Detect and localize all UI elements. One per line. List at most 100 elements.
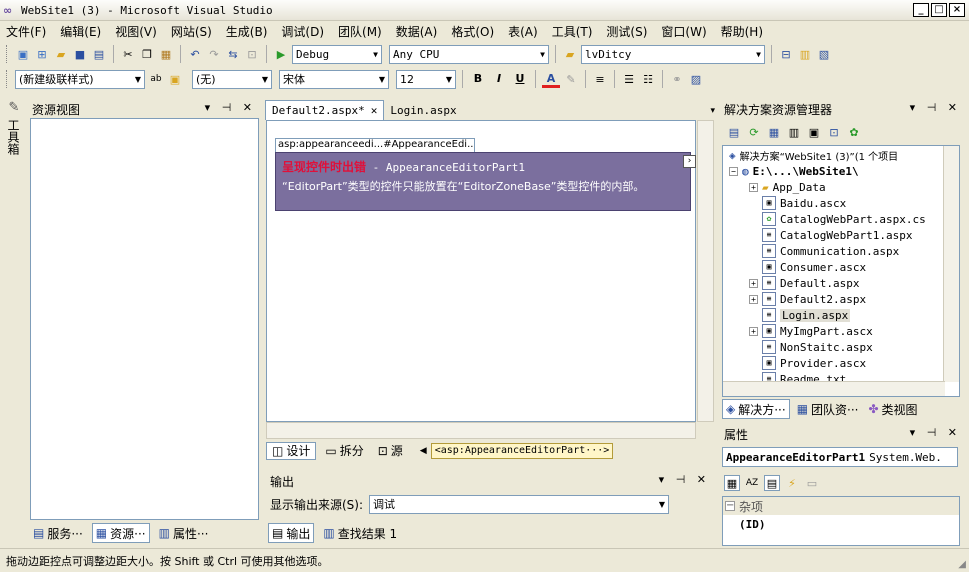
tree-item-provider-ascx[interactable]: ▣ Provider.ascx	[762, 355, 866, 371]
minimize-button[interactable]: _	[913, 3, 929, 17]
properties-object-select[interactable]: AppearanceEditorPart1 System.Web.	[722, 447, 958, 467]
tree-item-nonstaitc-aspx[interactable]: ≡ NonStaitc.aspx	[762, 339, 873, 355]
tree-item-login-aspx[interactable]: ≡ Login.aspx	[762, 307, 851, 323]
menu-view[interactable]: 视图(V)	[115, 23, 157, 40]
add-item-icon[interactable]: ⊞	[34, 46, 50, 62]
toolbar-grip[interactable]	[6, 45, 9, 63]
toolbox-strip[interactable]: ✎ 工具箱	[3, 100, 25, 520]
panel-controls[interactable]: ▾ ⊣ ✕	[205, 101, 256, 114]
tree-item-consumer-ascx[interactable]: ▣ Consumer.ascx	[762, 259, 866, 275]
tree-item-baidu-ascx[interactable]: ▣ Baidu.ascx	[762, 195, 846, 211]
resize-grip-icon[interactable]: ◢	[958, 559, 966, 570]
properties-view-icon[interactable]: ▤	[764, 475, 780, 491]
tree-item-default-aspx[interactable]: + ≡ Default.aspx	[749, 275, 859, 291]
properties-icon[interactable]: ▤	[726, 124, 742, 140]
properties-window-icon[interactable]: ▥	[797, 46, 813, 62]
tab-team-explorer[interactable]: ▦ 团队资···	[794, 399, 862, 419]
expand-icon[interactable]: +	[749, 182, 758, 192]
property-pages-icon[interactable]: ▭	[804, 475, 820, 491]
tab-overflow-icon[interactable]: ▾	[710, 106, 715, 120]
redo-icon[interactable]: ↷	[206, 46, 222, 62]
menu-data[interactable]: 数据(A)	[396, 23, 438, 40]
tree-item-communication-aspx[interactable]: ≡ Communication.aspx	[762, 243, 899, 259]
underline-button[interactable]: U	[511, 70, 529, 88]
toolbox-icon[interactable]: ▧	[816, 46, 832, 62]
highlight-icon[interactable]: ✎	[563, 71, 579, 87]
menu-test[interactable]: 测试(S)	[606, 23, 647, 40]
save-all-icon[interactable]: ▤	[91, 46, 107, 62]
tab-login-aspx[interactable]: Login.aspx	[384, 100, 462, 120]
solution-explorer-icon[interactable]: ⊟	[778, 46, 794, 62]
menu-website[interactable]: 网站(S)	[171, 23, 212, 40]
bookmark-icon[interactable]: ⊡	[244, 46, 260, 62]
tree-vertical-scrollbar[interactable]	[943, 146, 959, 382]
alphabetical-icon[interactable]: AZ	[744, 475, 760, 491]
style-application-icon[interactable]: ab	[148, 71, 164, 87]
menu-window[interactable]: 窗口(W)	[661, 23, 706, 40]
expand-icon[interactable]: +	[749, 278, 758, 288]
tab-class-view[interactable]: ✤ 类视图	[865, 399, 920, 419]
solution-node[interactable]: ◈ 解决方案“WebSite1 (3)”(1 个项目	[729, 147, 898, 163]
menu-edit[interactable]: 编辑(E)	[60, 23, 101, 40]
view-design-button[interactable]: ◫ 设计	[266, 441, 317, 460]
toolbar-grip[interactable]	[6, 70, 9, 88]
find-combo[interactable]: lvDitcy ▼	[581, 44, 765, 64]
font-size-select[interactable]: 12 ▼	[396, 69, 456, 89]
font-color-button[interactable]: A	[542, 70, 560, 88]
events-icon[interactable]: ⚡	[784, 475, 800, 491]
align-icon[interactable]: ≡	[592, 71, 608, 87]
platform-select[interactable]: Any CPU ▼	[389, 44, 549, 64]
menu-file[interactable]: 文件(F)	[6, 23, 46, 40]
designer-horizontal-scrollbar[interactable]	[266, 422, 696, 439]
menu-build[interactable]: 生成(B)	[226, 23, 268, 40]
find-in-files-icon[interactable]: ▰	[562, 46, 578, 62]
collapse-icon[interactable]: −	[729, 166, 738, 176]
expand-icon[interactable]: +	[749, 326, 758, 336]
nest-files-icon[interactable]: ▦	[766, 124, 782, 140]
tree-item-app-data[interactable]: + ▰ App_Data	[749, 179, 826, 195]
tree-horizontal-scrollbar[interactable]	[723, 381, 945, 396]
tab-find-results[interactable]: ▥ 查找结果 1	[320, 523, 400, 543]
cut-icon[interactable]: ✂	[120, 46, 136, 62]
refresh-icon[interactable]: ⟳	[746, 124, 762, 140]
asp-config-icon[interactable]: ✿	[846, 124, 862, 140]
configuration-select[interactable]: Debug ▼	[292, 44, 382, 64]
categorized-icon[interactable]: ▦	[724, 475, 740, 491]
designer-vertical-scrollbar[interactable]	[697, 120, 714, 422]
tab-default2-aspx[interactable]: Default2.aspx* ✕	[265, 100, 385, 120]
panel-controls[interactable]: ▾ ⊣ ✕	[659, 473, 710, 486]
numbered-list-icon[interactable]: ☰	[621, 71, 637, 87]
bullet-list-icon[interactable]: ☷	[640, 71, 656, 87]
expand-icon[interactable]: +	[749, 294, 758, 304]
menu-help[interactable]: 帮助(H)	[721, 23, 763, 40]
project-node[interactable]: − ◍ E:\...\WebSite1\	[729, 163, 859, 179]
copy-website-icon[interactable]: ⊡	[826, 124, 842, 140]
maximize-button[interactable]: □	[931, 3, 947, 17]
property-category[interactable]: − 杂项	[723, 497, 959, 515]
breadcrumb-left-icon[interactable]: ◀	[420, 446, 427, 456]
tree-item-catalog1-aspx[interactable]: ≡ CatalogWebPart1.aspx	[762, 227, 912, 243]
panel-controls[interactable]: ▾ ⊣ ✕	[910, 101, 961, 114]
tree-item-myimgpart-ascx[interactable]: + ▣ MyImgPart.ascx	[749, 323, 873, 339]
copy-icon[interactable]: ❐	[139, 46, 155, 62]
close-button[interactable]: ×	[949, 3, 965, 17]
tag-breadcrumb[interactable]: <asp:AppearanceEditorPart···>	[430, 442, 614, 459]
italic-button[interactable]: I	[490, 70, 508, 88]
font-name-select[interactable]: 宋体 ▼	[279, 69, 389, 89]
appearance-editor-part-control[interactable]: 呈现控件时出错 - AppearanceEditorPart1 “EditorP…	[275, 152, 691, 211]
tab-output[interactable]: ▤ 输出	[268, 523, 315, 543]
paste-icon[interactable]: ▦	[158, 46, 174, 62]
property-row-id[interactable]: (ID)	[723, 515, 959, 533]
start-debug-icon[interactable]: ▶	[273, 46, 289, 62]
menu-table[interactable]: 表(A)	[508, 23, 538, 40]
view-designer-icon[interactable]: ▣	[806, 124, 822, 140]
navigate-icon[interactable]: ⇆	[225, 46, 241, 62]
menu-tools[interactable]: 工具(T)	[552, 23, 593, 40]
menu-debug[interactable]: 调试(D)	[281, 23, 324, 40]
menu-team[interactable]: 团队(M)	[338, 23, 382, 40]
view-source-button[interactable]: ⊡ 源	[373, 442, 408, 460]
new-project-icon[interactable]: ▣	[15, 46, 31, 62]
smart-tag-icon[interactable]: ›	[683, 155, 696, 168]
hyperlink-icon[interactable]: ⚭	[669, 71, 685, 87]
tree-item-catalog-cs[interactable]: ✿ CatalogWebPart.aspx.cs	[762, 211, 926, 227]
